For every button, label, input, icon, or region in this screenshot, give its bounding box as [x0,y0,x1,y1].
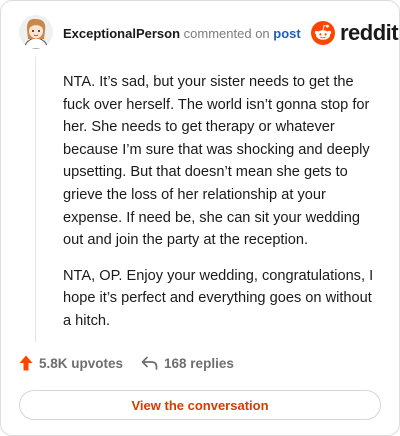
reddit-logo[interactable]: reddit [311,20,399,45]
user-avatar[interactable] [19,15,53,49]
post-link[interactable]: post [273,26,300,41]
thread-line [35,57,36,342]
username-link[interactable]: ExceptionalPerson [63,26,180,41]
comment-body: NTA. It’s sad, but your sister needs to … [63,71,381,346]
comment-paragraph: NTA. It’s sad, but your sister needs to … [63,74,370,249]
reddit-snoo-icon [311,21,335,45]
comment-paragraph: NTA, OP. Enjoy your wedding, congratulat… [63,267,374,329]
reply-arrow-icon [141,356,158,370]
comment-header: ExceptionalPerson commented on post [63,26,301,41]
upvote-arrow-icon [19,355,33,371]
view-conversation-button[interactable]: View the conversation [19,390,381,420]
reddit-wordmark: reddit [340,20,399,45]
avatar-character-icon [19,15,53,49]
reply-count[interactable]: 168 replies [141,356,234,371]
action-text: commented on [183,26,270,41]
upvote-label: 5.8K upvotes [39,355,124,371]
upvote-count[interactable]: 5.8K upvotes [19,355,123,371]
comment-card: ExceptionalPerson commented on post redd… [0,0,400,436]
reply-label: 168 replies [164,355,234,371]
comment-stats: 5.8K upvotes 168 replies [19,355,234,371]
